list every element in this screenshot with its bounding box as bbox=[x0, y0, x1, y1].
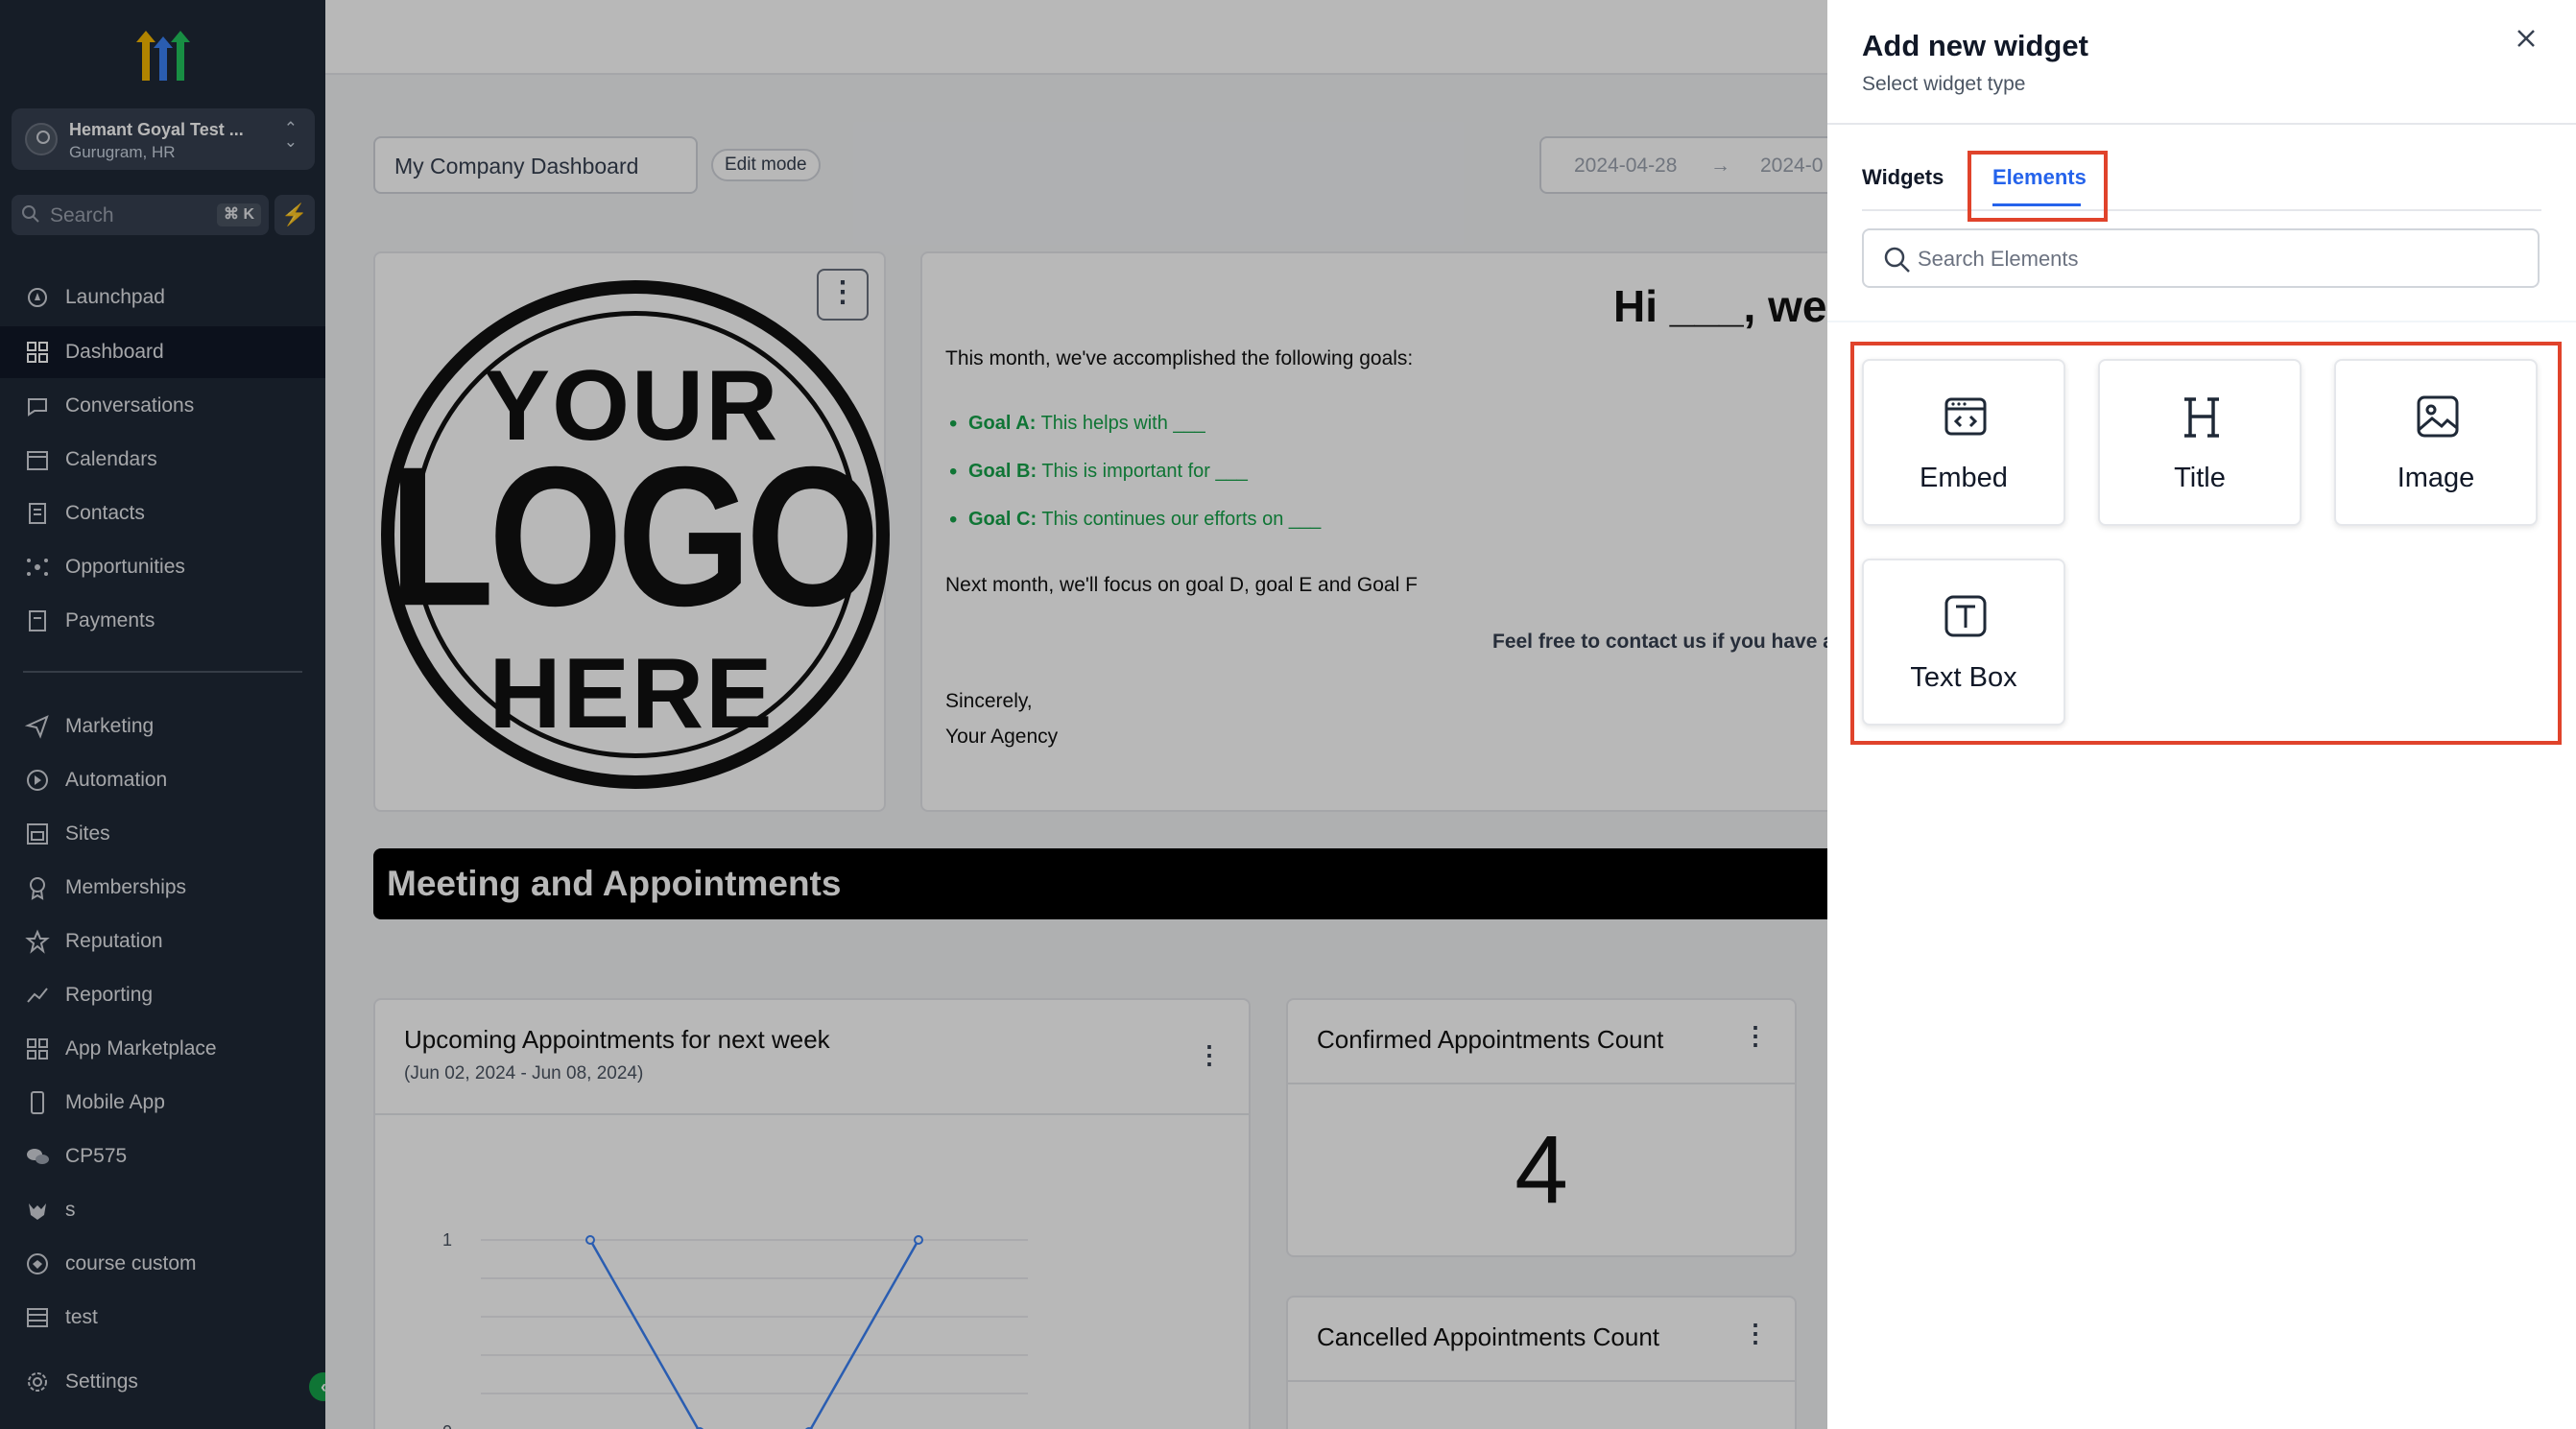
modal-backdrop[interactable] bbox=[0, 0, 1827, 1429]
panel-subtitle: Select widget type bbox=[1862, 73, 2026, 95]
search-icon bbox=[1884, 247, 1910, 273]
tabs-divider bbox=[1862, 209, 2541, 211]
highlight-box-tab bbox=[1968, 151, 2108, 222]
panel-title: Add new widget bbox=[1862, 29, 2088, 62]
divider bbox=[1827, 123, 2576, 125]
add-widget-panel: Add new widget Select widget type Widget… bbox=[1827, 0, 2576, 1429]
tab-widgets[interactable]: Widgets bbox=[1862, 165, 1944, 190]
divider bbox=[1827, 321, 2576, 322]
close-icon[interactable] bbox=[2511, 23, 2541, 54]
highlight-box-elements bbox=[1850, 342, 2562, 745]
search-elements-field[interactable] bbox=[1862, 228, 2540, 288]
search-elements-input[interactable] bbox=[1918, 242, 2513, 276]
